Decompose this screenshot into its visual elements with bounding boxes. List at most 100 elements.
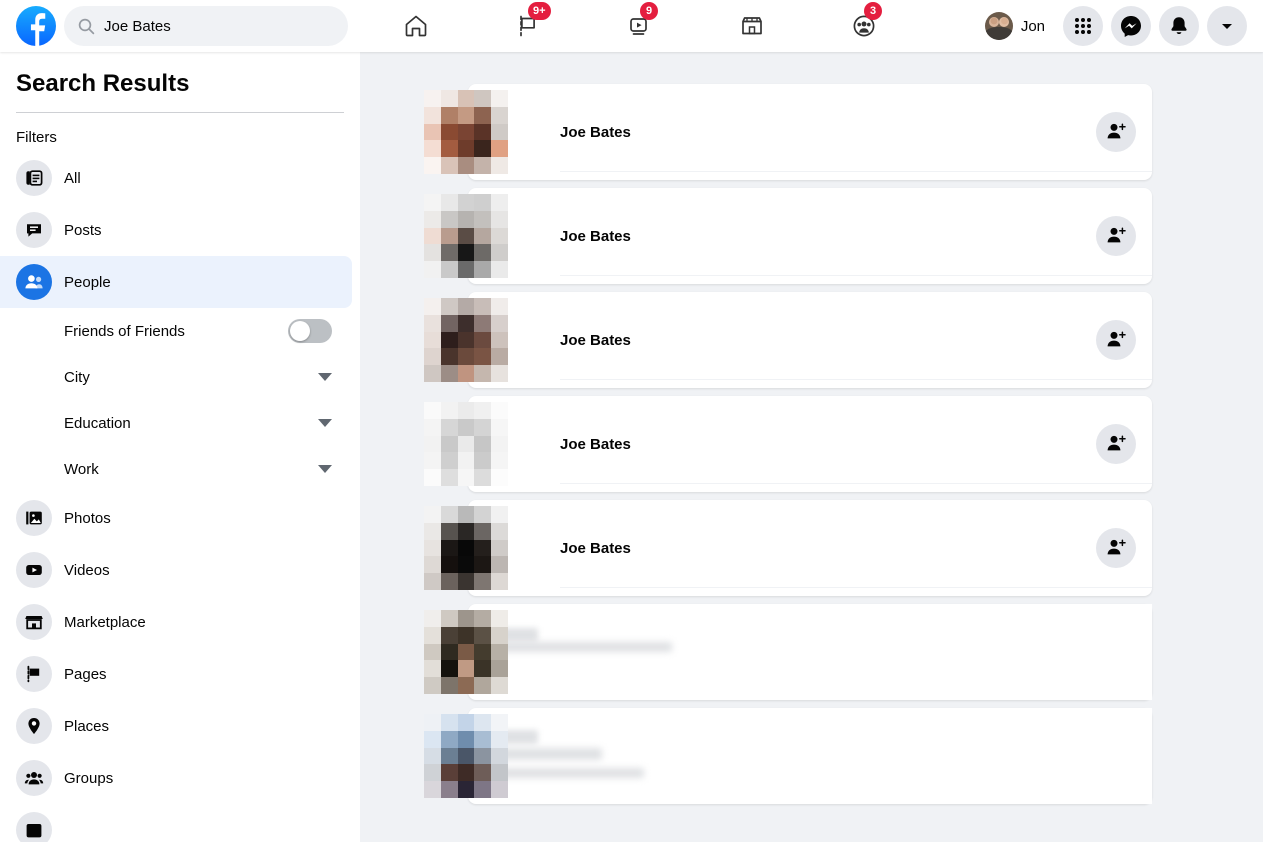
photos-icon-glyph xyxy=(26,511,42,525)
filter-label: City xyxy=(64,368,90,386)
pages-icon-glyph xyxy=(27,665,40,683)
add-friend-icon xyxy=(1107,539,1126,555)
profile-name: Jon xyxy=(1020,17,1045,35)
store-icon xyxy=(742,17,762,35)
chevron-down-icon[interactable] xyxy=(318,465,332,473)
friends-of-friends-toggle[interactable] xyxy=(288,319,332,343)
notifications-button[interactable] xyxy=(1159,6,1199,46)
top-navigation-bar: Joe Bates 9+ 9 3 Jon xyxy=(0,0,1263,52)
marketplace-icon xyxy=(16,604,52,640)
facebook-logo[interactable] xyxy=(16,6,56,46)
nav-groups-badge: 3 xyxy=(864,2,882,20)
home-icon xyxy=(405,15,427,37)
result-cards-container: Joe Bates Joe Bates Joe Bates Joe Bates Joe … xyxy=(360,84,1263,804)
result-card[interactable]: Joe Bates xyxy=(424,84,1152,180)
filter-work[interactable]: Work xyxy=(0,446,360,492)
chevron-down-icon xyxy=(1222,24,1232,29)
sidebar-item-places[interactable]: Places xyxy=(0,700,352,752)
marketplace-icon-glyph xyxy=(25,616,43,630)
nav-home[interactable] xyxy=(387,4,445,48)
sidebar-item-label: Places xyxy=(64,717,110,735)
grid-menu-icon xyxy=(1075,18,1091,34)
result-name[interactable]: Joe Bates xyxy=(560,332,631,349)
result-name[interactable]: Joe Bates xyxy=(560,436,631,453)
menu-button[interactable] xyxy=(1063,6,1103,46)
page-title: Search Results xyxy=(16,70,190,97)
photos-icon xyxy=(16,500,52,536)
sidebar-item-all[interactable]: All xyxy=(0,152,352,204)
profile-photo[interactable] xyxy=(424,298,508,382)
result-card[interactable] xyxy=(424,604,1152,700)
profile-photo[interactable] xyxy=(424,714,508,798)
sidebar-item-marketplace[interactable]: Marketplace xyxy=(0,596,352,648)
add-friend-button[interactable] xyxy=(1096,424,1136,464)
add-friend-button[interactable] xyxy=(1096,112,1136,152)
result-name[interactable]: Joe Bates xyxy=(560,540,631,557)
result-card[interactable]: Joe Bates xyxy=(424,188,1152,284)
sidebar-item-videos[interactable]: Videos xyxy=(0,544,352,596)
groups-icon xyxy=(16,760,52,796)
header-actions-section: Jon xyxy=(981,6,1263,46)
account-dropdown-button[interactable] xyxy=(1207,6,1247,46)
pages-icon xyxy=(16,656,52,692)
nav-watch[interactable]: 9 xyxy=(611,2,669,48)
toggle-knob xyxy=(290,321,310,341)
filter-education[interactable]: Education xyxy=(0,400,360,446)
result-card[interactable]: Joe Bates xyxy=(424,396,1152,492)
avatar-image xyxy=(984,12,1013,40)
people-icon xyxy=(16,264,52,300)
sidebar-item-label: Groups xyxy=(64,769,114,787)
nav-pages[interactable]: 9+ xyxy=(499,2,557,48)
add-friend-button[interactable] xyxy=(1096,320,1136,360)
add-friend-button[interactable] xyxy=(1096,216,1136,256)
sidebar-item-label: Marketplace xyxy=(64,613,146,631)
chevron-down-icon[interactable] xyxy=(318,373,332,381)
profile-photo[interactable] xyxy=(424,610,508,694)
sidebar-item-label: Photos xyxy=(64,509,111,527)
result-card[interactable]: Joe Bates xyxy=(424,292,1152,388)
filter-label: Work xyxy=(64,460,99,478)
search-input-value: Joe Bates xyxy=(104,17,171,35)
add-friend-icon xyxy=(1107,331,1126,347)
header-left-section: Joe Bates xyxy=(0,6,360,46)
result-name[interactable]: Joe Bates xyxy=(560,228,631,245)
nav-groups[interactable]: 3 xyxy=(835,2,893,48)
result-card[interactable]: Joe Bates xyxy=(424,500,1152,596)
result-name[interactable]: Joe Bates xyxy=(560,124,631,141)
header-nav-section: 9+ 9 3 xyxy=(360,0,920,52)
nav-marketplace[interactable] xyxy=(723,4,781,48)
nav-pages-badge: 9+ xyxy=(528,2,551,20)
filter-city[interactable]: City xyxy=(0,354,360,400)
result-card[interactable] xyxy=(424,708,1152,804)
filters-label: Filters xyxy=(16,129,57,146)
chevron-down-icon[interactable] xyxy=(318,419,332,427)
all-icon xyxy=(16,160,52,196)
sidebar-item-posts[interactable]: Posts xyxy=(0,204,352,256)
profile-photo[interactable] xyxy=(424,506,508,590)
search-input[interactable]: Joe Bates xyxy=(64,6,348,46)
sidebar-item-photos[interactable]: Photos xyxy=(0,492,352,544)
places-icon xyxy=(16,708,52,744)
sidebar-item-pages[interactable]: Pages xyxy=(0,648,352,700)
card-divider xyxy=(560,275,1152,276)
profile-photo[interactable] xyxy=(424,90,508,174)
filter-label: Education xyxy=(64,414,131,432)
messenger-button[interactable] xyxy=(1111,6,1151,46)
all-icon-glyph xyxy=(26,170,43,186)
posts-icon xyxy=(16,212,52,248)
profile-photo[interactable] xyxy=(424,402,508,486)
search-results-list[interactable]: Joe Bates Joe Bates Joe Bates Joe Bates Joe … xyxy=(360,52,1263,842)
sidebar-item-partial[interactable] xyxy=(0,804,352,842)
people-icon-glyph xyxy=(25,275,43,289)
sidebar-item-groups[interactable]: Groups xyxy=(0,752,352,804)
videos-icon-glyph xyxy=(26,565,42,575)
sidebar-item-people[interactable]: People xyxy=(0,256,352,308)
card-divider xyxy=(560,379,1152,380)
add-friend-button[interactable] xyxy=(1096,528,1136,568)
places-icon-glyph xyxy=(28,718,40,734)
filter-friends-of-friends[interactable]: Friends of Friends xyxy=(0,308,360,354)
sidebar-item-label: Pages xyxy=(64,665,107,683)
messenger-icon xyxy=(1121,16,1141,37)
profile-photo[interactable] xyxy=(424,194,508,278)
profile-chip[interactable]: Jon xyxy=(981,8,1055,44)
